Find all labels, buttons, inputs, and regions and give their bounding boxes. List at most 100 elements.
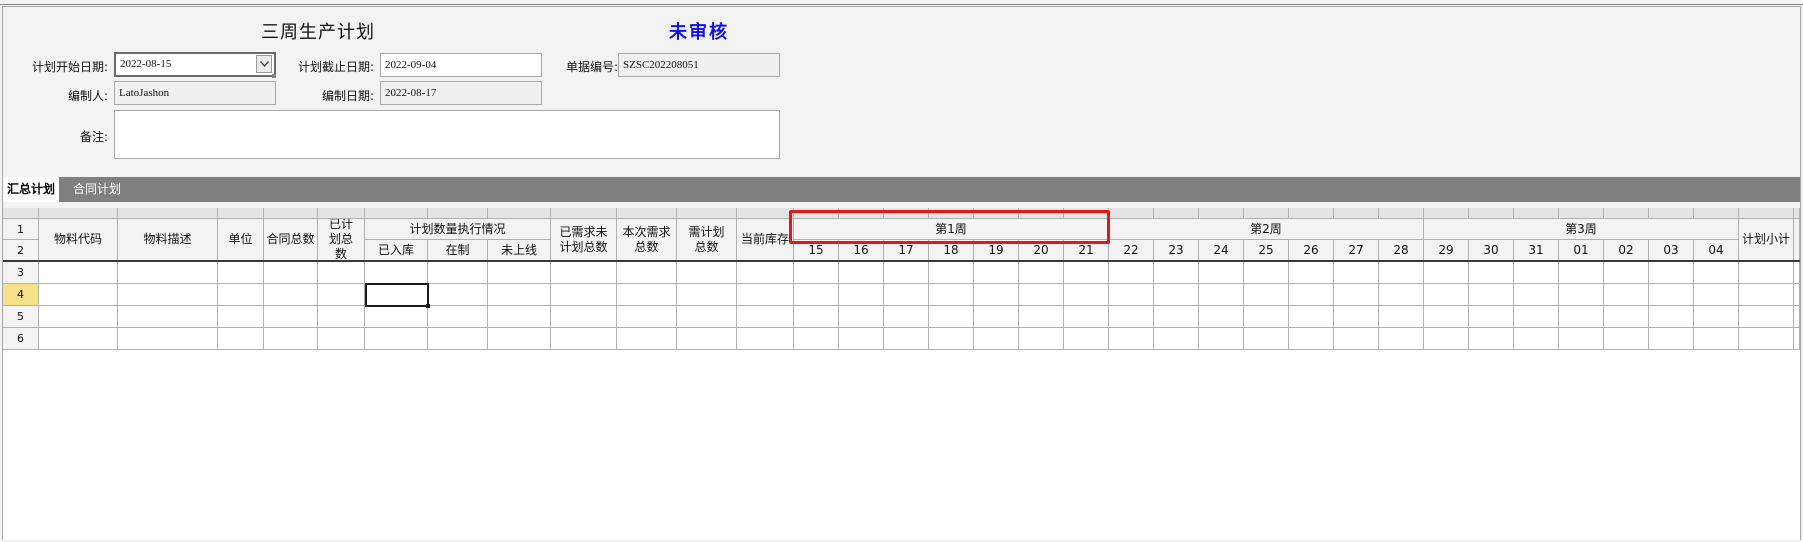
grid-cell[interactable]	[1794, 328, 1800, 350]
grid-cell[interactable]	[737, 306, 794, 328]
grid-cell[interactable]	[1469, 262, 1514, 284]
grid-cell[interactable]	[974, 328, 1019, 350]
plan-grid[interactable]: 1 2 物料代码 物料描述 单位 合同总数 已计划总数 计划数量执行情况 已入库…	[3, 208, 1800, 540]
grid-cell[interactable]	[794, 306, 839, 328]
grid-cell[interactable]	[1424, 284, 1469, 306]
grid-cell[interactable]	[839, 306, 884, 328]
header-day[interactable]: 31	[1514, 240, 1559, 261]
grid-cell[interactable]	[1019, 262, 1064, 284]
grid-cell[interactable]	[488, 306, 551, 328]
grid-cell[interactable]	[551, 262, 617, 284]
grid-cell[interactable]	[1739, 306, 1794, 328]
header-material-desc[interactable]: 物料描述	[118, 219, 218, 261]
author-date-field[interactable]: 2022-08-17	[380, 81, 542, 105]
grid-cell[interactable]	[1109, 328, 1154, 350]
grid-cell[interactable]	[1559, 284, 1604, 306]
tab-summary-plan[interactable]: 汇总计划	[3, 177, 60, 202]
grid-cell[interactable]	[118, 328, 218, 350]
grid-cell[interactable]	[264, 306, 318, 328]
grid-cell[interactable]	[1109, 306, 1154, 328]
header-day[interactable]: 25	[1244, 240, 1289, 261]
memo-input[interactable]	[114, 110, 780, 159]
grid-cell[interactable]	[1514, 284, 1559, 306]
grid-cell[interactable]	[839, 262, 884, 284]
grid-cell[interactable]	[1289, 306, 1334, 328]
row-number-6[interactable]: 6	[3, 328, 39, 350]
grid-cell[interactable]	[1649, 328, 1694, 350]
grid-cell[interactable]	[1379, 328, 1424, 350]
grid-cell[interactable]	[1199, 306, 1244, 328]
header-exec-group[interactable]: 计划数量执行情况	[365, 219, 551, 240]
grid-cell[interactable]	[1514, 306, 1559, 328]
grid-cell[interactable]	[1694, 262, 1739, 284]
row-number-1[interactable]: 1	[3, 219, 39, 240]
grid-cell[interactable]	[1514, 328, 1559, 350]
grid-cell[interactable]	[1559, 262, 1604, 284]
grid-cell[interactable]	[1794, 262, 1800, 284]
grid-cell[interactable]	[118, 306, 218, 328]
grid-cell[interactable]	[794, 328, 839, 350]
grid-cell[interactable]	[1334, 262, 1379, 284]
header-demanded-unplanned[interactable]: 已需求未计划总数	[551, 219, 617, 261]
row-number-4[interactable]: 4	[3, 284, 39, 306]
grid-cell[interactable]	[617, 284, 677, 306]
grid-cell[interactable]	[365, 328, 428, 350]
grid-cell[interactable]	[1424, 306, 1469, 328]
grid-cell[interactable]	[1244, 284, 1289, 306]
grid-cell[interactable]	[1064, 306, 1109, 328]
grid-cell[interactable]	[551, 306, 617, 328]
grid-cell[interactable]	[1019, 306, 1064, 328]
grid-cell[interactable]	[365, 306, 428, 328]
header-not-online[interactable]: 未上线	[488, 240, 551, 261]
grid-cell[interactable]	[1469, 328, 1514, 350]
grid-cell[interactable]	[1154, 284, 1199, 306]
header-day[interactable]: 29	[1424, 240, 1469, 261]
grid-cell[interactable]	[677, 328, 737, 350]
header-unit[interactable]: 单位	[218, 219, 264, 261]
grid-cell[interactable]	[1109, 284, 1154, 306]
grid-cell[interactable]	[1334, 284, 1379, 306]
grid-cell[interactable]	[1379, 306, 1424, 328]
fill-handle[interactable]	[426, 304, 430, 308]
grid-cell[interactable]	[1649, 262, 1694, 284]
grid-cell[interactable]	[488, 284, 551, 306]
row-number-3[interactable]: 3	[3, 262, 39, 284]
grid-cell[interactable]	[617, 328, 677, 350]
grid-cell[interactable]	[1244, 262, 1289, 284]
grid-cell[interactable]	[488, 328, 551, 350]
grid-cell[interactable]	[1739, 262, 1794, 284]
grid-cell[interactable]	[1064, 262, 1109, 284]
grid-cell[interactable]	[39, 262, 118, 284]
grid-cell[interactable]	[1199, 328, 1244, 350]
grid-cell[interactable]	[118, 262, 218, 284]
grid-cell[interactable]	[1559, 328, 1604, 350]
plan-end-date-field[interactable]: 2022-09-04	[380, 53, 542, 77]
grid-cell[interactable]	[218, 262, 264, 284]
grid-cell[interactable]	[318, 328, 365, 350]
grid-cell[interactable]	[428, 284, 488, 306]
grid-cell[interactable]	[737, 328, 794, 350]
header-day[interactable]: 01	[1559, 240, 1604, 261]
grid-cell[interactable]	[1469, 284, 1514, 306]
grid-cell[interactable]	[884, 284, 929, 306]
grid-cell[interactable]	[118, 284, 218, 306]
header-material-code[interactable]: 物料代码	[39, 219, 118, 261]
header-contract-total[interactable]: 合同总数	[264, 219, 318, 261]
grid-cell[interactable]	[1289, 284, 1334, 306]
grid-cell[interactable]	[794, 262, 839, 284]
grid-cell[interactable]	[218, 328, 264, 350]
grid-cell[interactable]	[551, 328, 617, 350]
grid-cell[interactable]	[1469, 306, 1514, 328]
grid-cell[interactable]	[677, 262, 737, 284]
grid-cell[interactable]	[737, 262, 794, 284]
grid-cell[interactable]	[929, 328, 974, 350]
grid-cell[interactable]	[1794, 306, 1800, 328]
header-week-2[interactable]: 第2周	[1109, 219, 1424, 240]
grid-cell[interactable]	[365, 262, 428, 284]
grid-cell[interactable]	[39, 328, 118, 350]
grid-cell[interactable]	[1694, 284, 1739, 306]
header-week-3[interactable]: 第3周	[1424, 219, 1739, 240]
grid-cell[interactable]	[1064, 328, 1109, 350]
grid-cell[interactable]	[264, 284, 318, 306]
grid-cell[interactable]	[488, 262, 551, 284]
